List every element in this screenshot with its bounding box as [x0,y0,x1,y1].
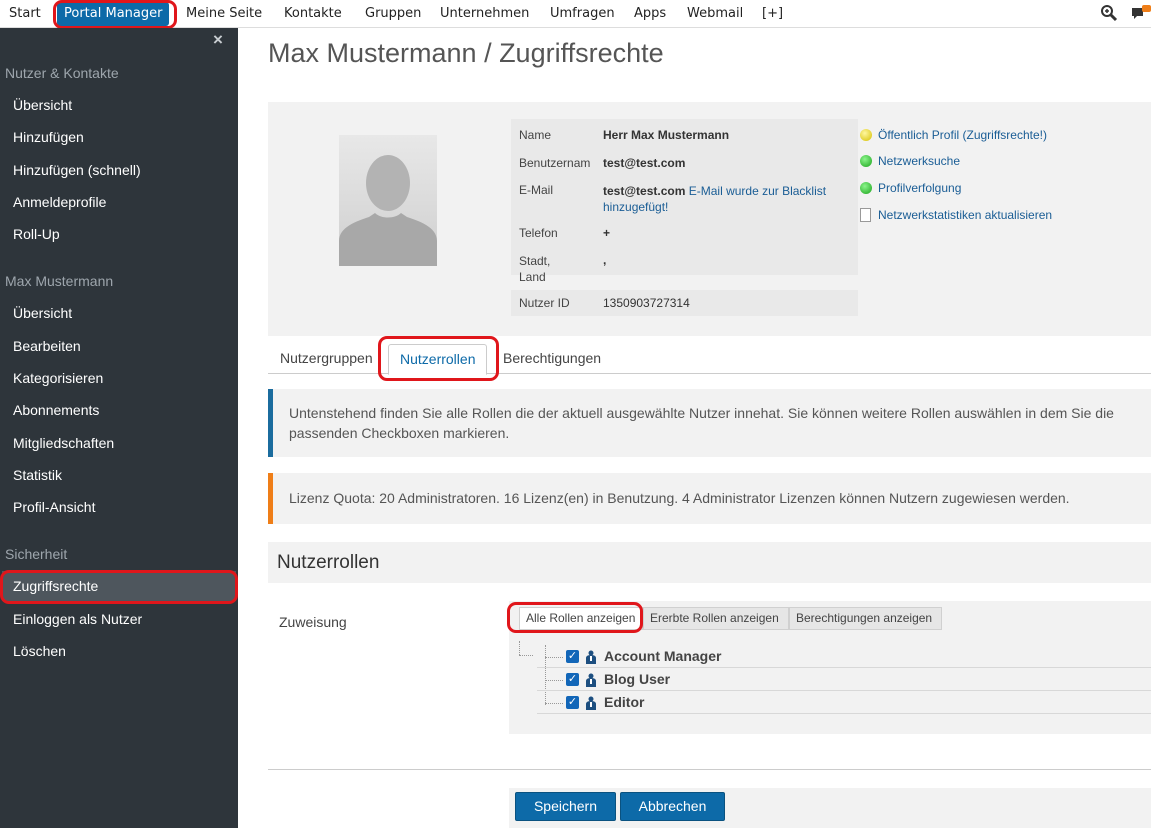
field-value-name: Herr Max Mustermann [603,128,730,142]
nav-item-add[interactable]: [+] [762,0,783,27]
sidebar-section-title: Max Mustermann [5,273,114,289]
sidebar-item-profil-ansicht[interactable]: Profil-Ansicht [13,499,95,515]
field-value-phone: + [603,226,611,240]
nav-item-meine-seite[interactable]: Meine Seite [186,0,262,27]
nav-item-apps[interactable]: Apps [634,0,666,27]
field-value-city-country: , [603,253,607,267]
sidebar-item-hinzufuegen-schnell[interactable]: Hinzufügen (schnell) [13,162,141,178]
nav-item-unternehmen[interactable]: Unternehmen [440,0,529,27]
green-status-icon [860,155,872,167]
green-status-icon [860,182,872,194]
sidebar-item-hinzufuegen[interactable]: Hinzufügen [13,129,84,145]
field-value-username: test@test.com [603,156,686,170]
sidebar-item-einloggen-als-nutzer[interactable]: Einloggen als Nutzer [13,611,142,627]
role-checkbox[interactable]: ✓ [566,696,579,709]
filter-all-roles-button[interactable]: Alle Rollen anzeigen [519,607,643,630]
status-public-profile[interactable]: Öffentlich Profil (Zugriffsrechte!) [860,128,1047,142]
role-user-icon [586,673,596,687]
sidebar: × Nutzer & Kontakte Übersicht Hinzufügen… [0,28,238,828]
sidebar-item-uebersicht[interactable]: Übersicht [13,97,72,113]
tab-nutzerrollen[interactable]: Nutzerrollen [388,344,488,375]
sidebar-item-statistik[interactable]: Statistik [13,467,62,483]
nav-item-start[interactable]: Start [9,0,41,27]
role-row: ✓ Account Manager [537,646,1151,668]
field-label-username: Benutzernam [519,156,591,170]
field-label-name: Name [519,128,552,142]
license-quota-alert: Lizenz Quota: 20 Administratoren. 16 Liz… [268,473,1151,524]
sidebar-item-abonnements[interactable]: Abonnements [13,402,99,418]
sidebar-item-zugriffsrechte[interactable]: Zugriffsrechte [13,578,98,594]
info-alert: Untenstehend finden Sie alle Rollen die … [268,389,1151,457]
field-label-user-id: Nutzer ID [519,296,570,310]
role-name: Account Manager [604,648,722,664]
filter-inherited-roles-button[interactable]: Ererbte Rollen anzeigen [643,607,789,630]
page-title: Max Mustermann / Zugriffsrechte [268,38,664,68]
sidebar-item-roll-up[interactable]: Roll-Up [13,226,60,242]
default-avatar-icon [339,155,437,266]
divider [268,769,1151,770]
roles-panel: Alle Rollen anzeigen Ererbte Rollen anze… [509,601,1151,734]
field-value-email: test@test.com E-Mail wurde zur Blacklist… [603,183,853,215]
sidebar-section-title: Sicherheit [5,546,68,562]
filter-permissions-button[interactable]: Berechtigungen anzeigen [789,607,942,630]
field-label-city-country: Stadt, Land [519,254,551,284]
sidebar-item-mitgliedschaften[interactable]: Mitgliedschaften [13,435,114,451]
top-navigation: Start Portal Manager Meine Seite Kontakt… [0,0,1151,28]
field-value-user-id: 1350903727314 [603,296,690,310]
sidebar-item-kategorisieren[interactable]: Kategorisieren [13,370,103,386]
main-content: Max Mustermann / Zugriffsrechte Name Her… [238,28,1151,828]
search-icon[interactable] [1100,4,1118,22]
role-user-icon [586,650,596,664]
status-network-search[interactable]: Netzwerksuche [860,154,960,168]
role-row: ✓ Editor [537,692,1151,714]
nav-item-kontakte[interactable]: Kontakte [284,0,342,27]
nav-item-webmail[interactable]: Webmail [687,0,743,27]
tree-connector [519,641,520,655]
field-label-phone: Telefon [519,226,558,240]
close-icon[interactable]: × [213,30,223,50]
tab-berechtigungen[interactable]: Berechtigungen [503,350,601,366]
tree-connector [545,657,563,658]
assign-label: Zuweisung [279,614,347,630]
sidebar-section-title: Nutzer & Kontakte [5,65,119,81]
nav-item-umfragen[interactable]: Umfragen [550,0,615,27]
email-value: test@test.com [603,184,686,198]
save-button[interactable]: Speichern [515,792,616,821]
status-profile-tracking[interactable]: Profilverfolgung [860,181,961,195]
profile-card: Name Herr Max Mustermann Benutzernam tes… [268,102,1151,336]
tree-connector [545,703,563,704]
cancel-button[interactable]: Abbrechen [620,792,725,821]
avatar [339,135,437,266]
role-name: Blog User [604,671,671,687]
sidebar-item-user-uebersicht[interactable]: Übersicht [13,305,72,321]
yellow-status-icon [860,129,872,141]
role-user-icon [586,696,596,710]
document-icon [860,208,871,222]
sidebar-item-anmeldeprofile[interactable]: Anmeldeprofile [13,194,106,210]
role-checkbox[interactable]: ✓ [566,650,579,663]
tab-nutzergruppen[interactable]: Nutzergruppen [280,350,373,366]
nav-item-portal-manager[interactable]: Portal Manager [57,2,170,26]
role-checkbox[interactable]: ✓ [566,673,579,686]
role-name: Editor [604,694,645,710]
tree-connector [519,655,533,656]
field-label-email: E-Mail [519,183,554,197]
sidebar-item-loeschen[interactable]: Löschen [13,643,66,659]
nav-item-gruppen[interactable]: Gruppen [365,0,421,27]
link-update-network-stats[interactable]: Netzwerkstatistiken aktualisieren [860,208,1052,222]
tree-connector [545,680,563,681]
tab-bar: Nutzergruppen Nutzerrollen Berechtigunge… [268,344,1151,375]
role-row: ✓ Blog User [537,669,1151,691]
sidebar-item-bearbeiten[interactable]: Bearbeiten [13,338,81,354]
roles-section-title: Nutzerrollen [268,542,1151,583]
chat-icon[interactable] [1131,4,1151,22]
